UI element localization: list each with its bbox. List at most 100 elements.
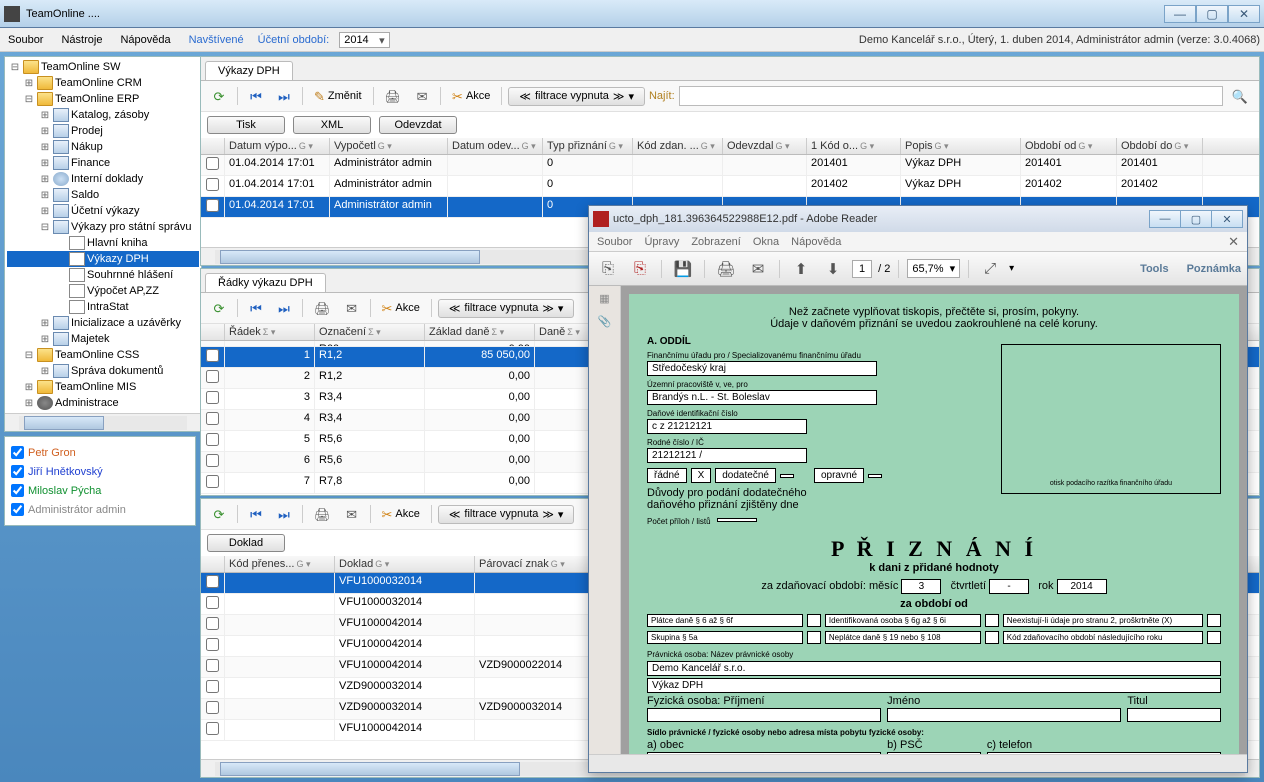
fullscreen-icon[interactable]: ⤢	[977, 256, 1003, 282]
tree-node[interactable]: ⊞Saldo	[7, 187, 199, 203]
tree-node[interactable]: ⊟Výkazy pro státní správu	[7, 219, 199, 235]
action-button[interactable]: ✂Akce	[447, 85, 495, 107]
tree-node[interactable]: ⊞TeamOnline MIS	[7, 379, 199, 395]
refresh-button[interactable]: ⟳	[207, 297, 231, 319]
table-row[interactable]: 01.04.2014 17:01Administrátor admin02014…	[201, 176, 1259, 197]
tree-scrollbar[interactable]	[5, 413, 201, 431]
nav-first-button[interactable]: ⏮	[244, 503, 268, 525]
tree-node[interactable]: ⊞Interní doklady	[7, 171, 199, 187]
tree-node[interactable]: Souhrnné hlášení	[7, 267, 199, 283]
filter-button[interactable]: ≪filtrace vypnuta≫▾	[508, 87, 645, 106]
tree-node[interactable]: Výkazy DPH	[7, 251, 199, 267]
tree-node[interactable]: ⊟TeamOnline CSS	[7, 347, 199, 363]
comment-button[interactable]: Poznámka	[1187, 263, 1241, 275]
report-name-field: Výkaz DPH	[647, 678, 1221, 693]
tree-node[interactable]: ⊞Finance	[7, 155, 199, 171]
table-row[interactable]: 01.04.2014 17:01Administrátor admin02014…	[201, 155, 1259, 176]
refresh-button[interactable]: ⟳	[207, 85, 231, 107]
reader-minimize-button[interactable]: —	[1149, 210, 1181, 228]
reader-sidebar: ▦ 📎	[589, 286, 621, 754]
tree-node[interactable]: ⊞Správa dokumentů	[7, 363, 199, 379]
tree-node[interactable]: ⊞Nákup	[7, 139, 199, 155]
tools-button[interactable]: Tools	[1140, 263, 1169, 275]
menu-nastroje[interactable]: Nástroje	[57, 32, 106, 48]
zoom-select[interactable]: 65,7%▾	[907, 259, 960, 278]
reader-maximize-button[interactable]: ▢	[1180, 210, 1212, 228]
change-button[interactable]: ✎Změnit	[309, 85, 367, 107]
window-title: TeamOnline ....	[26, 8, 1164, 20]
page-down-icon[interactable]: ⬇	[820, 256, 846, 282]
nav-first-button[interactable]: ⏮	[244, 297, 268, 319]
thumbnails-icon[interactable]: ▦	[599, 292, 609, 305]
mail-icon[interactable]: ✉	[745, 256, 771, 282]
tree-node[interactable]: ⊞Administrace	[7, 395, 199, 411]
tree-node[interactable]: Hlavní kniha	[7, 235, 199, 251]
tab-vykazy-dph[interactable]: Výkazy DPH	[205, 61, 293, 80]
menu-soubor[interactable]: Soubor	[4, 32, 47, 48]
user-filter-item[interactable]: Administrátor admin	[11, 500, 189, 519]
print-icon[interactable]: 🖨	[309, 503, 336, 525]
filter-button[interactable]: ≪filtrace vypnuta≫▾	[438, 505, 575, 524]
menu-napoveda[interactable]: Nápověda	[116, 32, 174, 48]
export-pdf-icon[interactable]: ⎘	[595, 256, 621, 282]
dic-field: c z 21212121	[647, 419, 807, 434]
tree-node[interactable]: IntraStat	[7, 299, 199, 315]
nav-next-button[interactable]: ⏭	[272, 85, 296, 107]
tree-node[interactable]: ⊞Majetek	[7, 331, 199, 347]
reader-menu-upravy[interactable]: Úpravy	[644, 236, 679, 248]
find-input[interactable]	[679, 86, 1223, 106]
reader-menu-close-icon[interactable]: ✕	[1228, 234, 1239, 250]
menu-navstivene[interactable]: Navštívené	[185, 32, 248, 48]
pdf-viewport[interactable]: Než začnete vyplňovat tiskopis, přečtěte…	[621, 286, 1247, 754]
print-icon[interactable]: 🖨	[713, 256, 739, 282]
tree-node[interactable]: ⊞Účetní výkazy	[7, 203, 199, 219]
page-total-label: / 2	[878, 263, 890, 275]
create-pdf-icon[interactable]: ⎘	[627, 256, 653, 282]
user-filter-item[interactable]: Petr Gron	[11, 443, 189, 462]
mail-icon[interactable]: ✉	[410, 85, 434, 107]
page-current-input[interactable]: 1	[852, 260, 872, 278]
minimize-button[interactable]: —	[1164, 5, 1196, 23]
mail-icon[interactable]: ✉	[340, 503, 364, 525]
fu-field: Středočeský kraj	[647, 361, 877, 376]
odevzdat-button[interactable]: Odevzdat	[379, 116, 457, 134]
xml-button[interactable]: XML	[293, 116, 371, 134]
action-button[interactable]: ✂Akce	[377, 503, 425, 525]
nav-first-button[interactable]: ⏮	[244, 85, 268, 107]
reader-menu-napoveda[interactable]: Nápověda	[791, 236, 841, 248]
page-up-icon[interactable]: ⬆	[788, 256, 814, 282]
find-label: Najít:	[649, 90, 675, 102]
tree-node[interactable]: ⊟TeamOnline ERP	[7, 91, 199, 107]
tree-node[interactable]: ⊟TeamOnline SW	[7, 59, 199, 75]
nav-next-button[interactable]: ⏭	[272, 297, 296, 319]
reader-menu-soubor[interactable]: Soubor	[597, 236, 632, 248]
attachments-icon[interactable]: 📎	[598, 315, 612, 328]
tab-radky[interactable]: Řádky výkazu DPH	[205, 273, 326, 292]
tree-node[interactable]: ⊞Prodej	[7, 123, 199, 139]
mail-icon[interactable]: ✉	[340, 297, 364, 319]
reader-close-button[interactable]: ✕	[1211, 210, 1243, 228]
save-icon[interactable]: 💾	[670, 256, 696, 282]
reader-menu-zobrazeni[interactable]: Zobrazení	[691, 236, 741, 248]
refresh-button[interactable]: ⟳	[207, 503, 231, 525]
tree-node[interactable]: Výpočet AP,ZZ	[7, 283, 199, 299]
nav-next-button[interactable]: ⏭	[272, 503, 296, 525]
filter-button[interactable]: ≪filtrace vypnuta≫▾	[438, 299, 575, 318]
close-button[interactable]: ✕	[1228, 5, 1260, 23]
user-filter-item[interactable]: Miloslav Pýcha	[11, 481, 189, 500]
tree-node[interactable]: ⊞Katalog, zásoby	[7, 107, 199, 123]
print-icon[interactable]: 🖨	[309, 297, 336, 319]
tisk-button[interactable]: Tisk	[207, 116, 285, 134]
tree-node[interactable]: ⊞Inicializace a uzávěrky	[7, 315, 199, 331]
tree-node[interactable]: ⊞TeamOnline CRM	[7, 75, 199, 91]
reader-scrollbar[interactable]	[589, 754, 1247, 772]
reader-menu-okna[interactable]: Okna	[753, 236, 779, 248]
print-icon[interactable]: 🖨	[380, 85, 407, 107]
search-icon[interactable]: 🔍	[1227, 85, 1253, 107]
doklad-button[interactable]: Doklad	[207, 534, 285, 552]
action-button[interactable]: ✂Akce	[377, 297, 425, 319]
period-select[interactable]: 2014	[339, 32, 389, 48]
stamp-box: otisk podacího razítka finančního úřadu	[1001, 344, 1221, 494]
user-filter-item[interactable]: Jiří Hnětkovský	[11, 462, 189, 481]
maximize-button[interactable]: ▢	[1196, 5, 1228, 23]
